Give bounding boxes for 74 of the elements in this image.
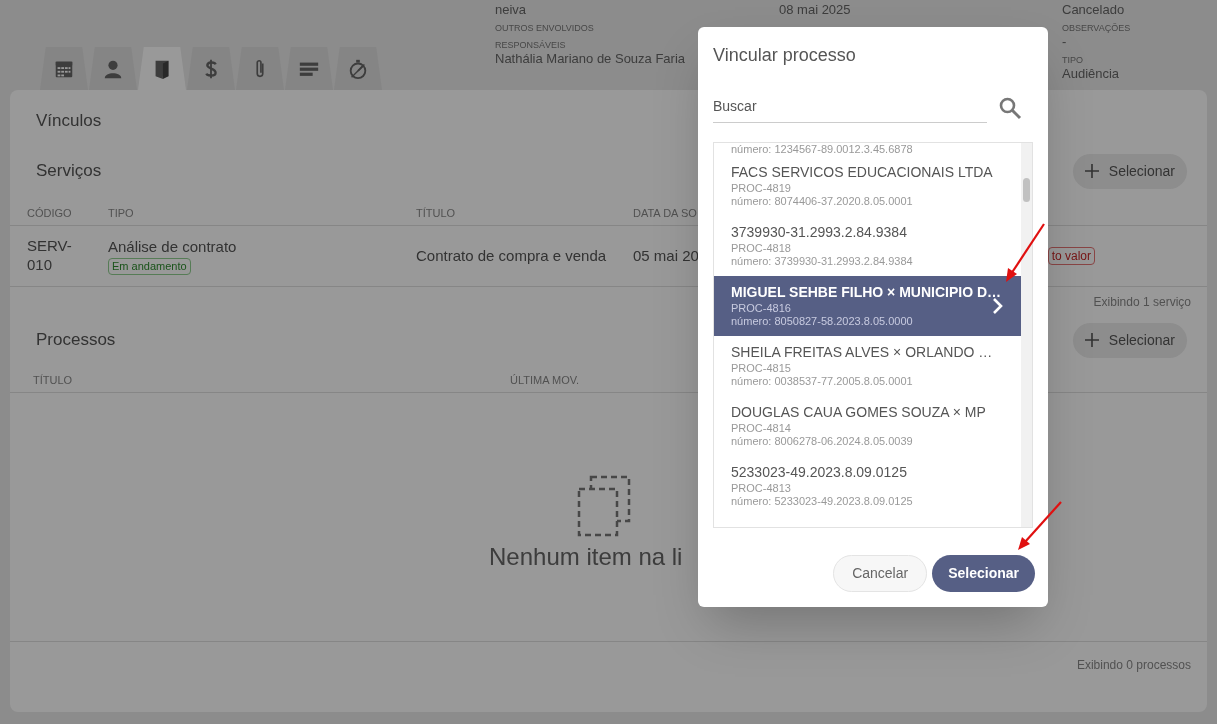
table-cell: Análise de contrato: [108, 237, 237, 256]
field-value: neiva: [495, 2, 527, 17]
footer-text: Exibindo 1 serviço: [1093, 294, 1191, 311]
field-label: TIPO: [1062, 55, 1083, 66]
table-cell-text: 05 mai 20: [633, 245, 700, 266]
list-item[interactable]: MIGUEL SEHBE FILHO × MUNICIPIO D… PROC-4816 número: 8050827-58.2023.8.05.0000: [714, 276, 1021, 336]
field-value: Nathália Mariano de Souza Faria: [495, 51, 686, 66]
item-code: PROC-4819: [731, 181, 791, 195]
field-value: Cancelado: [1062, 2, 1125, 17]
item-number: número: 1234567-89.0012.3.45.6878: [731, 143, 913, 156]
item-title: MIGUEL SEHBE FILHO × MUNICIPIO D…: [731, 284, 1002, 301]
item-code: PROC-4815: [731, 361, 791, 375]
annotation-arrow: [1003, 222, 1047, 284]
search-icon[interactable]: [998, 96, 1022, 120]
plus-icon: [1084, 164, 1099, 178]
tab[interactable]: [40, 47, 88, 90]
column-header: DATA DA SO: [633, 206, 698, 222]
item-code: PROC-4818: [731, 241, 791, 255]
item-number: número: 8074406-37.2020.8.05.0001: [731, 195, 913, 208]
item-number: número: 8006278-06.2024.8.05.0039: [731, 435, 913, 448]
field-value: 08 mai 2025: [779, 2, 851, 17]
list-item[interactable]: FACS SERVICOS EDUCACIONAIS LTDA PROC-4819 número: 8074406-37.2020.8.05.0001: [714, 156, 1021, 216]
item-number: número: 8050827-58.2023.8.05.0000: [731, 315, 913, 328]
section-title: Vínculos: [35, 110, 103, 132]
select-button[interactable]: Selecionar: [932, 555, 1035, 592]
field-value: Audiência: [1062, 66, 1120, 81]
tab[interactable]: [187, 47, 235, 90]
table-cell-text: SERV-010: [27, 235, 73, 274]
item-title: 5233023-49.2023.8.09.0125: [731, 464, 907, 481]
item-number: número: 5233023-49.2023.8.09.0125: [731, 495, 913, 508]
tab[interactable]: [138, 47, 186, 90]
footer-text: Exibindo 0 processos: [1076, 657, 1191, 674]
dialog-title: Vincular processo: [713, 44, 856, 67]
item-number: número: 0038537-77.2005.8.05.0001: [731, 375, 913, 388]
column-header: TIPO: [108, 206, 135, 222]
item-title: DOUGLAS CAUA GOMES SOUZA × MP: [731, 404, 986, 421]
search-field[interactable]: Buscar: [713, 89, 987, 123]
column-header: TÍTULO: [33, 373, 74, 389]
tab[interactable]: [334, 47, 382, 90]
tab[interactable]: [89, 47, 137, 90]
item-code: PROC-4813: [731, 481, 791, 495]
item-title: FACS SERVICOS EDUCACIONAIS LTDA: [731, 164, 993, 181]
scrollbar[interactable]: [1021, 143, 1032, 527]
stopwatch-icon: [347, 57, 369, 80]
field-label: RESPONSÁVEIS: [495, 40, 566, 51]
empty-message: Nenhum item na li: [489, 542, 683, 572]
column-header: ÚLTIMA MOV.: [510, 373, 581, 389]
status-badge: Em andamento: [108, 257, 191, 275]
field-value: -: [1062, 34, 1067, 49]
select-button[interactable]: Selecionar: [1072, 322, 1187, 358]
plus-icon: [1084, 333, 1099, 347]
field-label: OBSERVAÇÕES: [1062, 23, 1131, 34]
section-title: Processos: [36, 329, 116, 352]
column-header: CÓDIGO: [27, 206, 73, 222]
list-item[interactable]: SHEILA FREITAS ALVES × ORLANDO … PROC-4815 número: 0038537-77.2005.8.05.0001: [714, 336, 1021, 396]
column-header: TÍTULO: [416, 206, 457, 222]
annotation-arrow: [1015, 500, 1063, 552]
empty-list-icon: [577, 475, 631, 537]
item-code: PROC-4814: [731, 421, 791, 435]
section-title: Serviços: [36, 160, 102, 183]
list-item[interactable]: 5233023-49.2023.8.09.0125 PROC-4813 número: 5233023-49.2023.8.09.0125: [714, 456, 1021, 516]
list-item[interactable]: 3739930-31.2993.2.84.9384 PROC-4818 número: 3739930-31.2993.2.84.9384: [714, 216, 1021, 276]
chevron-right-icon: [992, 297, 1004, 315]
tab[interactable]: [236, 47, 284, 90]
item-number: número: 3739930-31.2993.2.84.9384: [731, 255, 913, 268]
tab[interactable]: [285, 47, 333, 90]
list-item[interactable]: DOUGLAS CAUA GOMES SOUZA × MP PROC-4814 número: 8006278-06.2024.8.05.0039: [714, 396, 1021, 456]
item-code: PROC-4816: [731, 301, 791, 315]
field-label: OUTROS ENVOLVIDOS: [495, 23, 594, 34]
item-title: SHEILA FREITAS ALVES × ORLANDO …: [731, 344, 993, 361]
select-button[interactable]: Selecionar: [1072, 153, 1187, 189]
cancel-button[interactable]: Cancelar: [833, 555, 928, 592]
item-title: 3739930-31.2993.2.84.9384: [731, 224, 907, 241]
table-cell-text: Contrato de compra e venda: [416, 245, 608, 266]
